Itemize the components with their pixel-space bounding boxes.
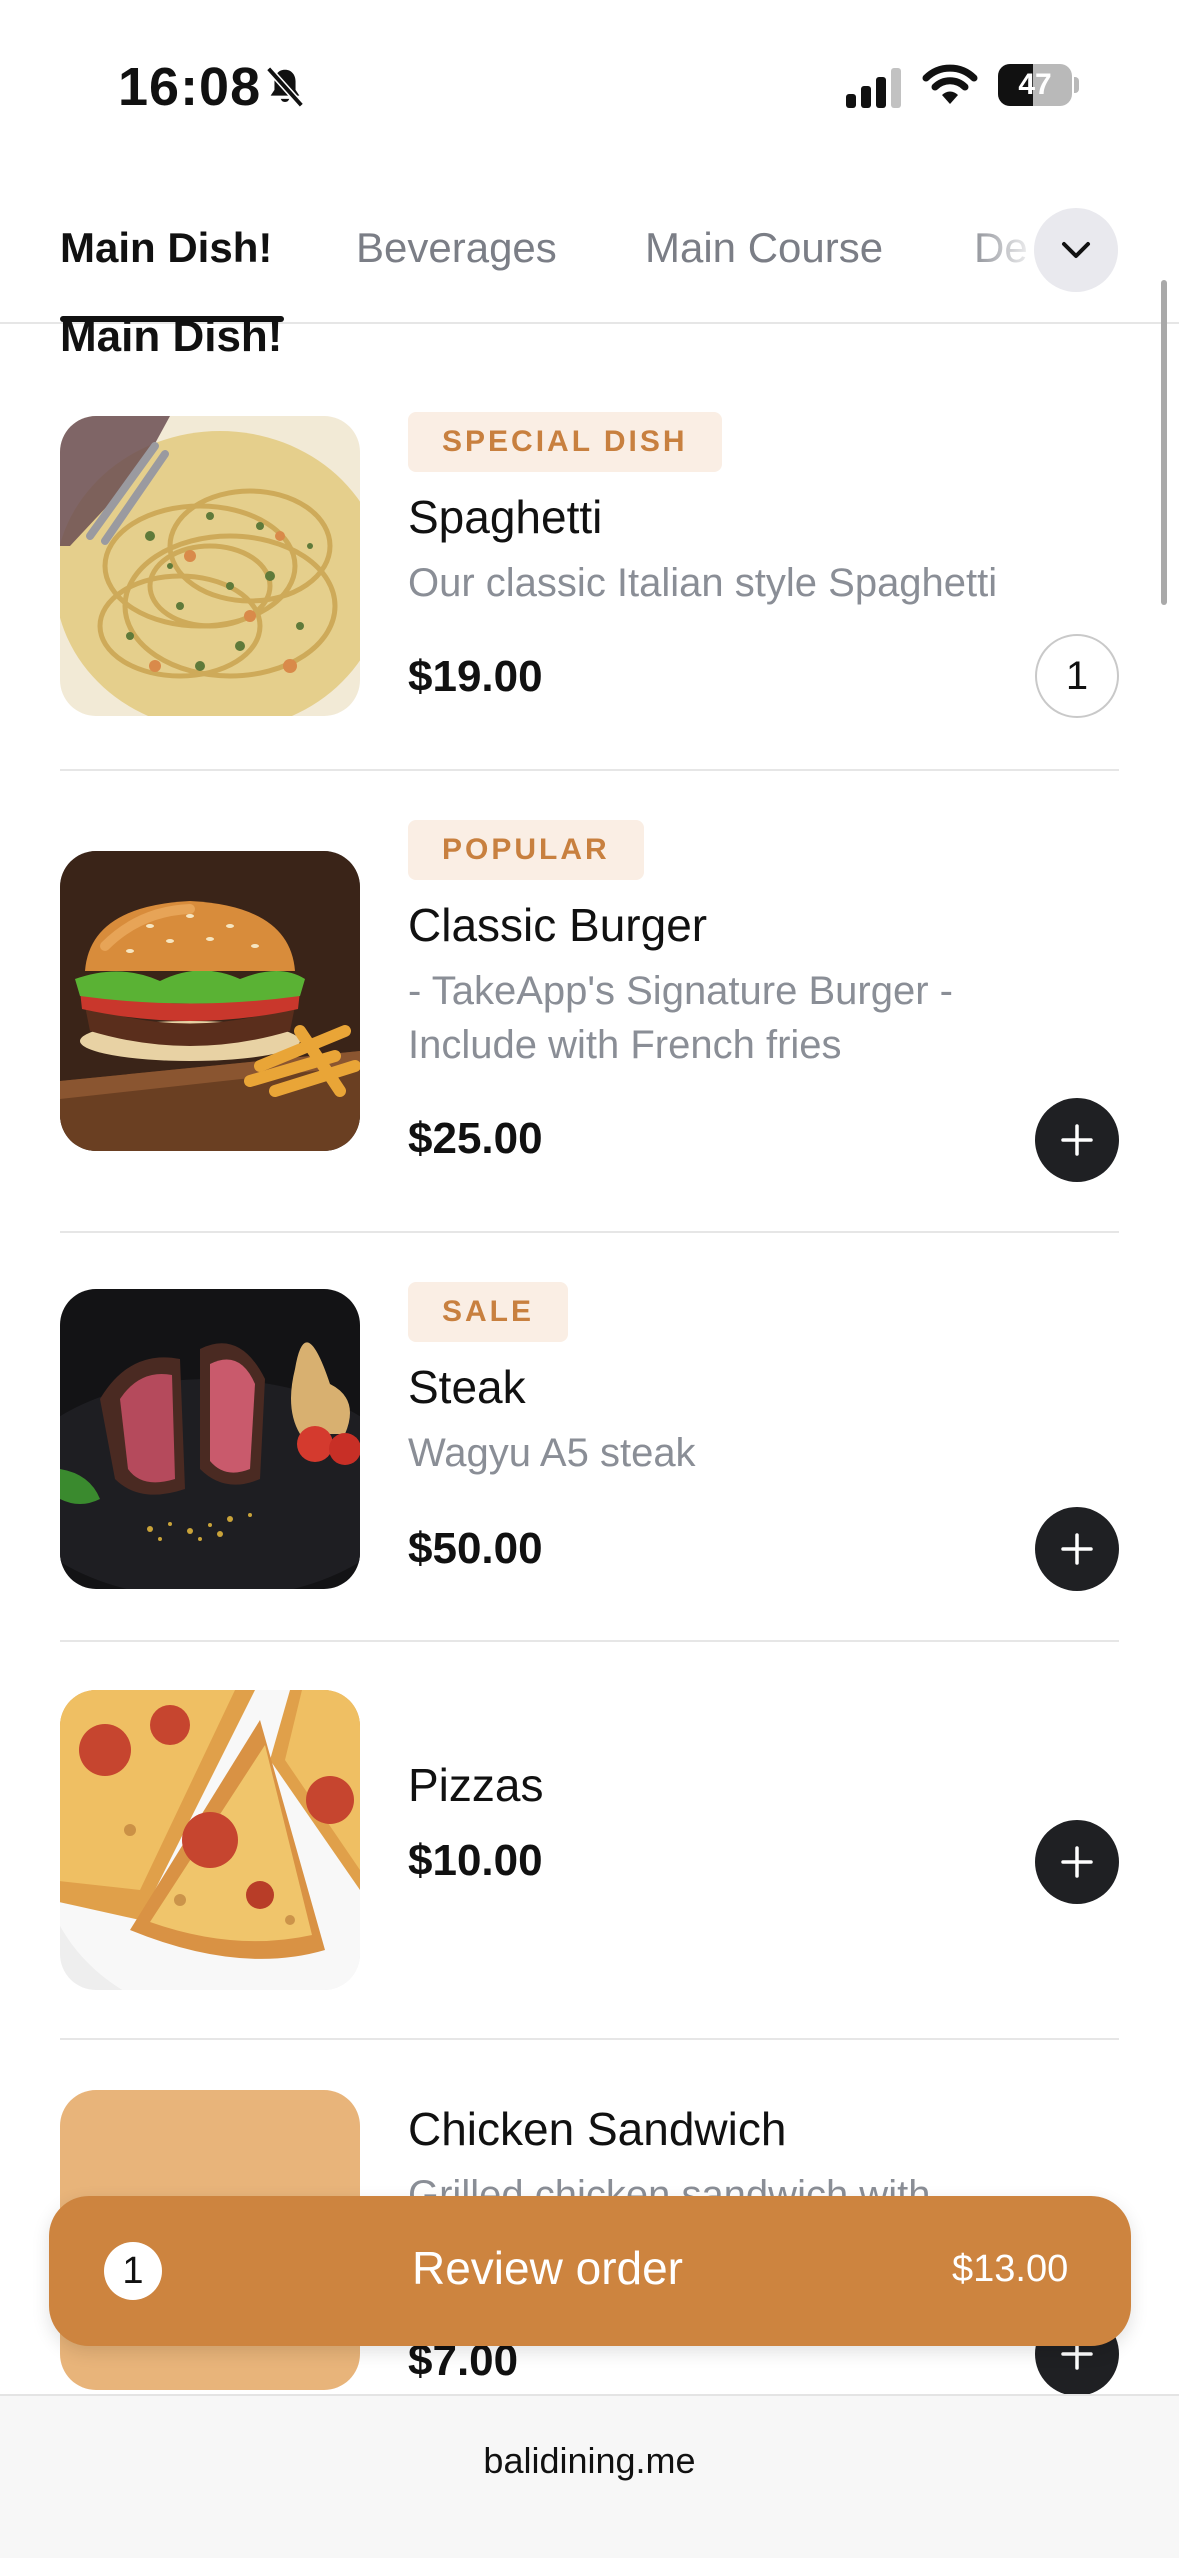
menu-item-steak[interactable]: SALE Steak Wagyu A5 steak $50.00 [60,1282,1119,1612]
plus-icon [1061,1846,1093,1878]
add-to-cart-button[interactable] [1035,1098,1119,1182]
menu-item-pizzas[interactable]: Pizzas $10.00 [60,1690,1119,2010]
chevron-down-icon [1062,242,1090,258]
divider [60,769,1119,771]
plus-icon [1061,1124,1093,1156]
divider [60,1640,1119,1642]
tabs-fade [960,196,1040,320]
site-domain: balidining.me [483,2440,696,2481]
divider [60,2038,1119,2040]
review-order-button[interactable]: 1 Review order $13.00 [49,2196,1131,2346]
item-name: Classic Burger [408,899,708,951]
bell-muted-icon [266,66,304,108]
plus-icon [1061,1533,1093,1565]
quantity-button[interactable]: 1 [1035,634,1119,718]
add-to-cart-button[interactable] [1035,1820,1119,1904]
tab-beverages[interactable]: Beverages [356,224,557,272]
item-description: Our classic Italian style Spaghetti [408,561,998,605]
item-price: $19.00 [408,652,543,701]
status-bar: 16:08 47 [0,0,1179,170]
steak-image [60,1289,360,1589]
menu-item-spaghetti[interactable]: SPECIAL DISH Spaghetti Our classic Itali… [60,412,1119,772]
tab-main-course[interactable]: Main Course [645,224,883,272]
category-tabs: Main Dish! Beverages Main Course De [0,196,1179,324]
order-total: $13.00 [952,2248,1069,2290]
wifi-icon [922,64,978,104]
item-badge: POPULAR [408,820,644,880]
battery-level: 47 [1018,68,1052,101]
battery-indicator: 47 [998,64,1080,106]
cellular-signal-icon [846,68,901,108]
item-description: Wagyu A5 steak [408,1431,696,1475]
tab-main-dish[interactable]: Main Dish! [60,224,272,272]
section-title: Main Dish! [60,312,283,361]
tabs-expand-button[interactable] [1034,208,1118,292]
scrollbar[interactable] [1161,280,1167,605]
item-price: $50.00 [408,1524,543,1573]
item-name: Chicken Sandwich [408,2103,787,2155]
menu-item-classic-burger[interactable]: POPULAR Classic Burger - TakeApp's Signa… [60,820,1119,1210]
item-price: $25.00 [408,1114,543,1163]
browser-address-bar[interactable]: balidining.me [0,2394,1179,2558]
cart-count-badge: 1 [104,2242,162,2300]
item-description: - TakeApp's Signature Burger - Include w… [408,969,953,1067]
item-name: Steak [408,1361,526,1413]
item-badge: SALE [408,1282,569,1342]
add-to-cart-button[interactable] [1035,1507,1119,1591]
status-time: 16:08 [118,57,262,117]
item-name: Spaghetti [408,491,603,543]
item-badge: SPECIAL DISH [408,412,722,472]
item-name: Pizzas [408,1759,544,1811]
review-order-label: Review order [412,2242,683,2294]
divider [60,1231,1119,1233]
pizza-image [60,1690,360,1990]
spaghetti-image [60,416,360,716]
burger-image [60,851,360,1151]
item-price: $10.00 [408,1836,543,1885]
